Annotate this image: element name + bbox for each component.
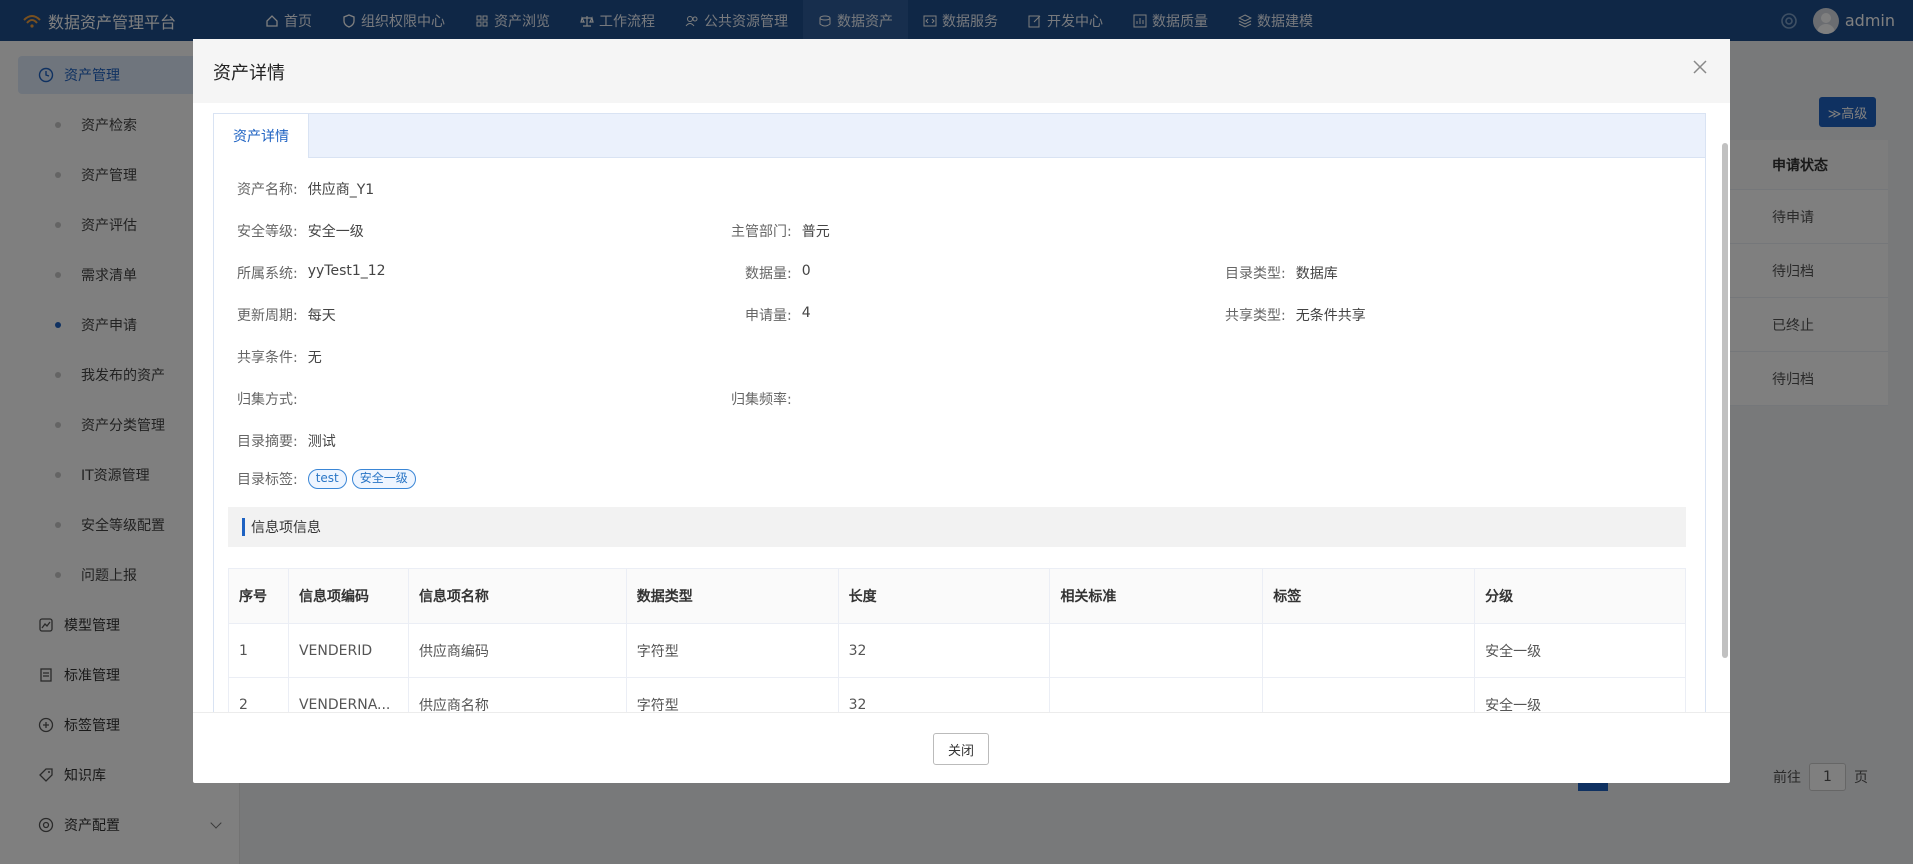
tab-strip: 资产详情: [214, 114, 1705, 158]
field-collect-frequency: 归集频率:: [731, 392, 792, 408]
table-cell: [1049, 623, 1264, 678]
table-cell: [1049, 677, 1264, 712]
table-cell: 32: [837, 623, 1051, 678]
field-catalog-summary: 目录摘要: 测试: [237, 434, 336, 450]
table-cell: [1262, 623, 1476, 678]
table-cell: 安全一级: [1474, 677, 1686, 712]
table-cell: [1262, 677, 1476, 712]
info-items-section-header: 信息项信息: [228, 507, 1686, 547]
table-cell: 安全一级: [1474, 623, 1686, 678]
column-header: 信息项名称: [407, 568, 627, 624]
column-header: 序号: [228, 568, 289, 624]
dialog-body: 资产详情 资产名称: 供应商_Y1 安全等级: 安全一级 主管部门: 普元 所属系统:…: [193, 103, 1730, 712]
table-cell: 1: [228, 623, 289, 678]
info-items-table: 序号 信息项编码 信息项名称 数据类型 长度 相关标准 标签 分级 1 VEND…: [228, 568, 1686, 712]
column-header: 数据类型: [625, 568, 839, 624]
table-row: 2 VENDERNA... 供应商名称 字符型 32 安全一级: [228, 677, 1686, 712]
tag-badge: test: [307, 469, 347, 489]
column-header: 信息项编码: [287, 568, 409, 624]
field-catalog-type: 目录类型: 数据库: [1225, 266, 1338, 282]
section-accent-bar: [242, 518, 245, 536]
field-department: 主管部门: 普元: [731, 224, 830, 240]
table-cell: VENDERNA...: [287, 677, 409, 712]
tab-asset-detail[interactable]: 资产详情: [214, 114, 309, 158]
column-header: 相关标准: [1049, 568, 1264, 624]
table-cell: 字符型: [625, 623, 839, 678]
column-header: 长度: [837, 568, 1051, 624]
table-cell: 供应商编码: [407, 623, 627, 678]
table-row: 1 VENDERID 供应商编码 字符型 32 安全一级: [228, 623, 1686, 678]
field-security-level: 安全等级: 安全一级: [237, 224, 364, 240]
dialog-header: 资产详情: [193, 39, 1730, 103]
field-share-type: 共享类型: 无条件共享: [1225, 308, 1366, 324]
field-system: 所属系统: yyTest1_12: [237, 263, 386, 282]
table-cell: VENDERID: [287, 623, 409, 678]
table-cell: 32: [837, 677, 1051, 712]
field-data-count: 数据量: 0: [745, 263, 811, 282]
table-cell: 2: [228, 677, 289, 712]
close-button[interactable]: 关闭: [933, 733, 989, 765]
asset-detail-dialog: 资产详情 资产详情 资产名称: 供应商_Y1 安全等级: 安全一级 主管部门: 普元 …: [193, 39, 1730, 783]
field-apply-count: 申请量: 4: [745, 305, 811, 324]
dialog-scrollbar[interactable]: [1722, 143, 1728, 658]
column-header: 标签: [1262, 568, 1476, 624]
table-cell: 字符型: [625, 677, 839, 712]
field-collect-method: 归集方式:: [237, 392, 298, 408]
column-header: 分级: [1474, 568, 1686, 624]
field-catalog-tags: 目录标签: test 安全一级: [237, 469, 421, 489]
close-icon[interactable]: [1692, 59, 1708, 75]
dialog-title: 资产详情: [213, 63, 285, 84]
dialog-footer: 关闭: [193, 712, 1730, 783]
field-share-condition: 共享条件: 无: [237, 350, 322, 366]
tag-badge: 安全一级: [351, 469, 416, 489]
field-asset-name: 资产名称: 供应商_Y1: [237, 182, 375, 198]
field-update-cycle: 更新周期: 每天: [237, 308, 336, 324]
table-header-row: 序号 信息项编码 信息项名称 数据类型 长度 相关标准 标签 分级: [228, 568, 1686, 624]
table-cell: 供应商名称: [407, 677, 627, 712]
